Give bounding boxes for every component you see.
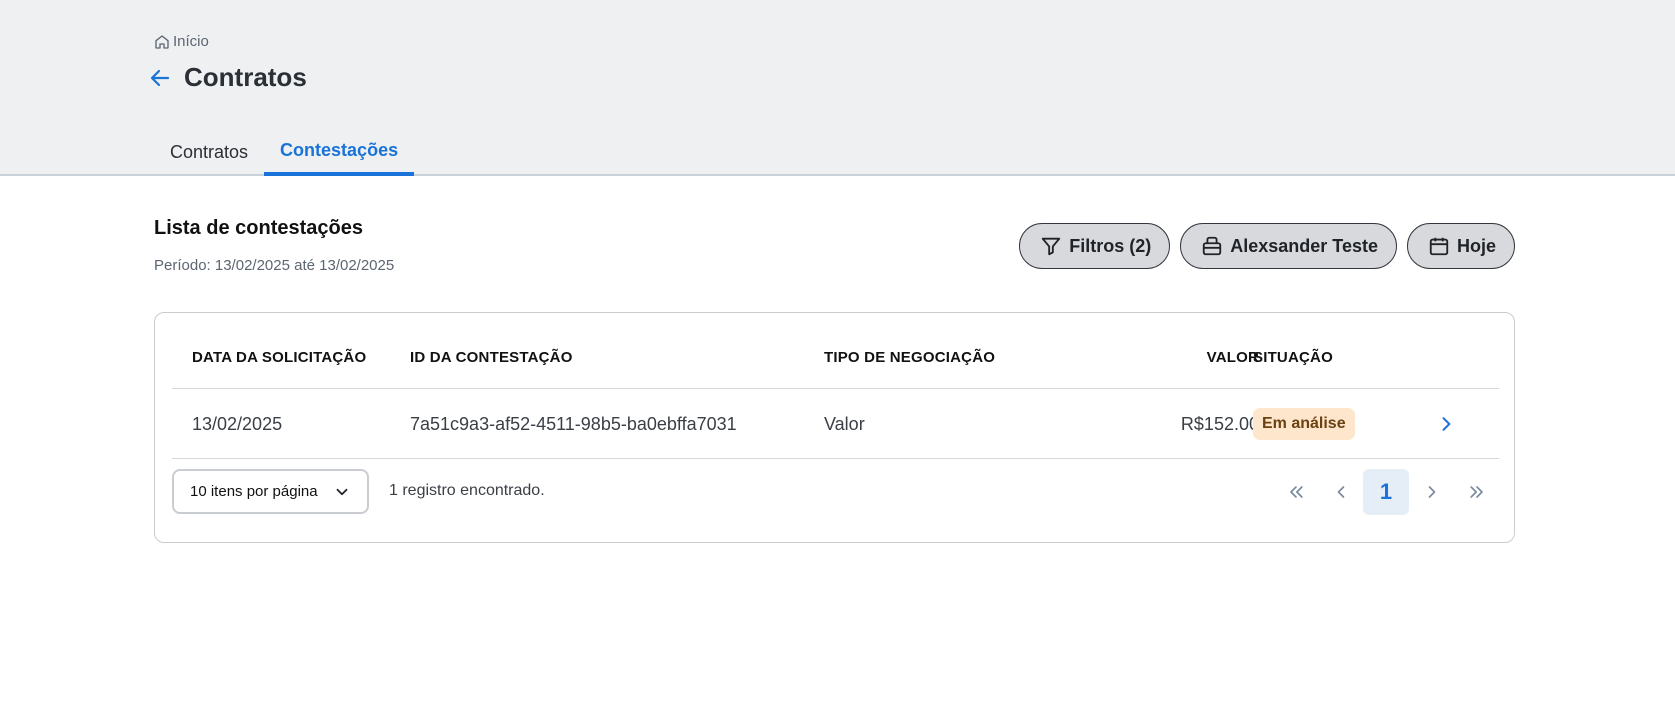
disputes-table-card: DATA DA SOLICITAÇÃO ID DA CONTESTAÇÃO TI…	[154, 312, 1515, 543]
date-button[interactable]: Hoje	[1406, 223, 1515, 269]
first-page-button[interactable]	[1273, 470, 1318, 515]
breadcrumb[interactable]: Início	[154, 33, 209, 50]
date-button-label: Hoje	[1456, 235, 1496, 256]
account-button-label: Alexsander Teste	[1230, 235, 1378, 256]
column-header-date: DATA DA SOLICITAÇÃO	[192, 349, 367, 366]
cell-value: R$152.00	[1180, 414, 1259, 434]
tab-bar: Contratos Contestações	[154, 128, 415, 176]
status-badge: Em análise	[1253, 408, 1355, 440]
cell-type: Valor	[824, 414, 865, 434]
next-page-button[interactable]	[1409, 470, 1454, 515]
filters-button-label: Filtros (2)	[1069, 235, 1152, 256]
table-header: DATA DA SOLICITAÇÃO ID DA CONTESTAÇÃO TI…	[172, 313, 1499, 389]
page-size-select[interactable]: 10 itens por página	[172, 469, 369, 514]
store-icon	[1203, 236, 1222, 256]
chevron-right-icon[interactable]	[1436, 414, 1456, 434]
column-header-id: ID DA CONTESTAÇÃO	[410, 349, 573, 366]
page-title: Contratos	[184, 62, 307, 92]
period-text: Período: 13/02/2025 até 13/02/2025	[154, 257, 395, 274]
chevron-down-icon	[336, 488, 348, 495]
column-header-type: TIPO DE NEGOCIAÇÃO	[824, 349, 996, 366]
home-icon	[155, 34, 169, 49]
page-number-button[interactable]: 1	[1363, 469, 1409, 515]
tab-contratos[interactable]: Contratos	[154, 128, 264, 176]
last-page-button[interactable]	[1454, 470, 1499, 515]
section-title: Lista de contestações	[154, 217, 363, 239]
cell-id: 7a51c9a3-af52-4511-98b5-ba0ebffa7031	[410, 414, 737, 434]
table-row[interactable]: 13/02/2025 7a51c9a3-af52-4511-98b5-ba0eb…	[172, 389, 1499, 459]
pagination: 1	[1273, 469, 1499, 515]
chevrons-right-icon	[1469, 486, 1483, 498]
column-header-value: VALOR	[1206, 349, 1259, 366]
page-header: Início Contratos Contratos Contestações	[0, 0, 1675, 176]
calendar-icon	[1429, 237, 1449, 256]
back-arrow-icon[interactable]	[148, 66, 172, 90]
table-footer: 10 itens por página 1 registro encontrad…	[172, 469, 1499, 515]
cell-date: 13/02/2025	[192, 414, 283, 434]
chevron-right-icon	[1428, 486, 1435, 498]
column-header-status: SITUAÇÃO	[1253, 349, 1333, 366]
account-button[interactable]: Alexsander Teste	[1180, 223, 1397, 269]
filters-button[interactable]: Filtros (2)	[1019, 223, 1171, 269]
tab-contestacoes[interactable]: Contestações	[264, 128, 415, 176]
toolbar: Filtros (2) Alexsander Teste Hoje	[1019, 223, 1515, 269]
breadcrumb-label[interactable]: Início	[173, 33, 209, 50]
chevron-left-icon	[1337, 486, 1344, 498]
chevrons-left-icon	[1289, 486, 1303, 498]
filter-icon	[1042, 237, 1061, 256]
page-size-label: 10 itens por página	[190, 483, 318, 500]
records-count: 1 registro encontrado.	[389, 482, 545, 499]
previous-page-button[interactable]	[1318, 470, 1363, 515]
